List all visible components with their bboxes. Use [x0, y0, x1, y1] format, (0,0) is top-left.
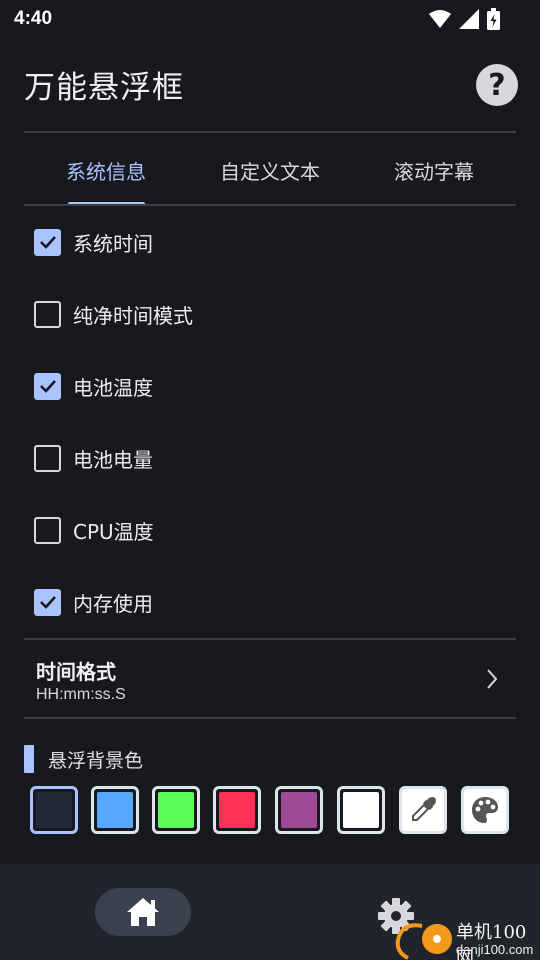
- checkbox[interactable]: [34, 300, 61, 328]
- option-label: 内存使用: [73, 591, 153, 616]
- option-label: 电池电量: [73, 447, 153, 472]
- option-cpu-temperature[interactable]: CPU温度: [24, 494, 516, 566]
- chevron-right-icon: [487, 669, 498, 689]
- swatch-fill: [97, 792, 133, 828]
- option-label: 电池温度: [73, 375, 153, 400]
- option-battery-level[interactable]: 电池电量: [24, 422, 516, 494]
- tab-scrolling-subtitle[interactable]: 滚动字幕: [352, 134, 516, 206]
- swatch-dark-navy[interactable]: [30, 786, 78, 834]
- palette-icon: [472, 797, 498, 823]
- eyedropper-button[interactable]: [399, 786, 447, 834]
- checkbox[interactable]: [34, 372, 61, 400]
- swatch-red[interactable]: [213, 786, 261, 834]
- checkbox[interactable]: [34, 228, 61, 256]
- divider: [24, 131, 516, 133]
- swatch-fill: [36, 792, 72, 828]
- checkbox[interactable]: [34, 516, 61, 544]
- time-format-value: HH:mm:ss.S: [36, 686, 126, 703]
- watermark-url: danji100.com: [456, 942, 534, 957]
- tab-custom-text[interactable]: 自定义文本: [188, 134, 352, 206]
- palette-button[interactable]: [461, 786, 509, 834]
- swatch-white[interactable]: [337, 786, 385, 834]
- options-list: 系统时间 纯净时间模式 电池温度 电池电量 CPU温度 内存使用: [24, 206, 516, 638]
- help-circle-icon[interactable]: ?: [476, 64, 518, 106]
- swatch-fill: [158, 792, 194, 828]
- app-bar: 万能悬浮框 ?: [24, 62, 518, 110]
- option-battery-temperature[interactable]: 电池温度: [24, 350, 516, 422]
- battery-charging-icon: [487, 8, 500, 30]
- time-format-title: 时间格式: [36, 660, 116, 684]
- watermark-logo: 单机100网 danji100.com: [392, 916, 540, 960]
- swatch-blue[interactable]: [91, 786, 139, 834]
- option-label: 纯净时间模式: [73, 303, 193, 328]
- swatch-fill: [343, 792, 379, 828]
- section-header: 悬浮背景色: [24, 744, 143, 774]
- color-swatches: [30, 786, 510, 834]
- swatch-purple[interactable]: [275, 786, 323, 834]
- checkbox[interactable]: [34, 444, 61, 472]
- watermark-badge-dot: [433, 935, 441, 943]
- wifi-icon: [429, 10, 451, 28]
- section-title: 悬浮背景色: [48, 749, 144, 772]
- app-title: 万能悬浮框: [24, 70, 184, 106]
- status-bar: 4:40: [0, 0, 540, 38]
- tab-bar: 系统信息 自定义文本 滚动字幕: [24, 134, 516, 206]
- status-time: 4:40: [14, 8, 53, 29]
- time-format-row[interactable]: 时间格式 HH:mm:ss.S: [24, 640, 516, 718]
- signal-icon: [459, 9, 479, 29]
- swatch-fill: [219, 792, 255, 828]
- option-system-time[interactable]: 系统时间: [24, 206, 516, 278]
- status-icons: [429, 8, 500, 30]
- tab-system-info[interactable]: 系统信息: [24, 134, 188, 206]
- option-label: 系统时间: [73, 231, 153, 256]
- swatch-green[interactable]: [152, 786, 200, 834]
- divider: [24, 717, 516, 719]
- eyedropper-icon: [412, 797, 436, 821]
- swatch-fill: [281, 792, 317, 828]
- option-pure-time-mode[interactable]: 纯净时间模式: [24, 278, 516, 350]
- checkbox[interactable]: [34, 588, 61, 616]
- nav-home[interactable]: [95, 888, 191, 936]
- option-memory-usage[interactable]: 内存使用: [24, 566, 516, 638]
- option-label: CPU温度: [73, 519, 154, 544]
- section-marker: [24, 745, 34, 773]
- home-icon: [127, 898, 159, 926]
